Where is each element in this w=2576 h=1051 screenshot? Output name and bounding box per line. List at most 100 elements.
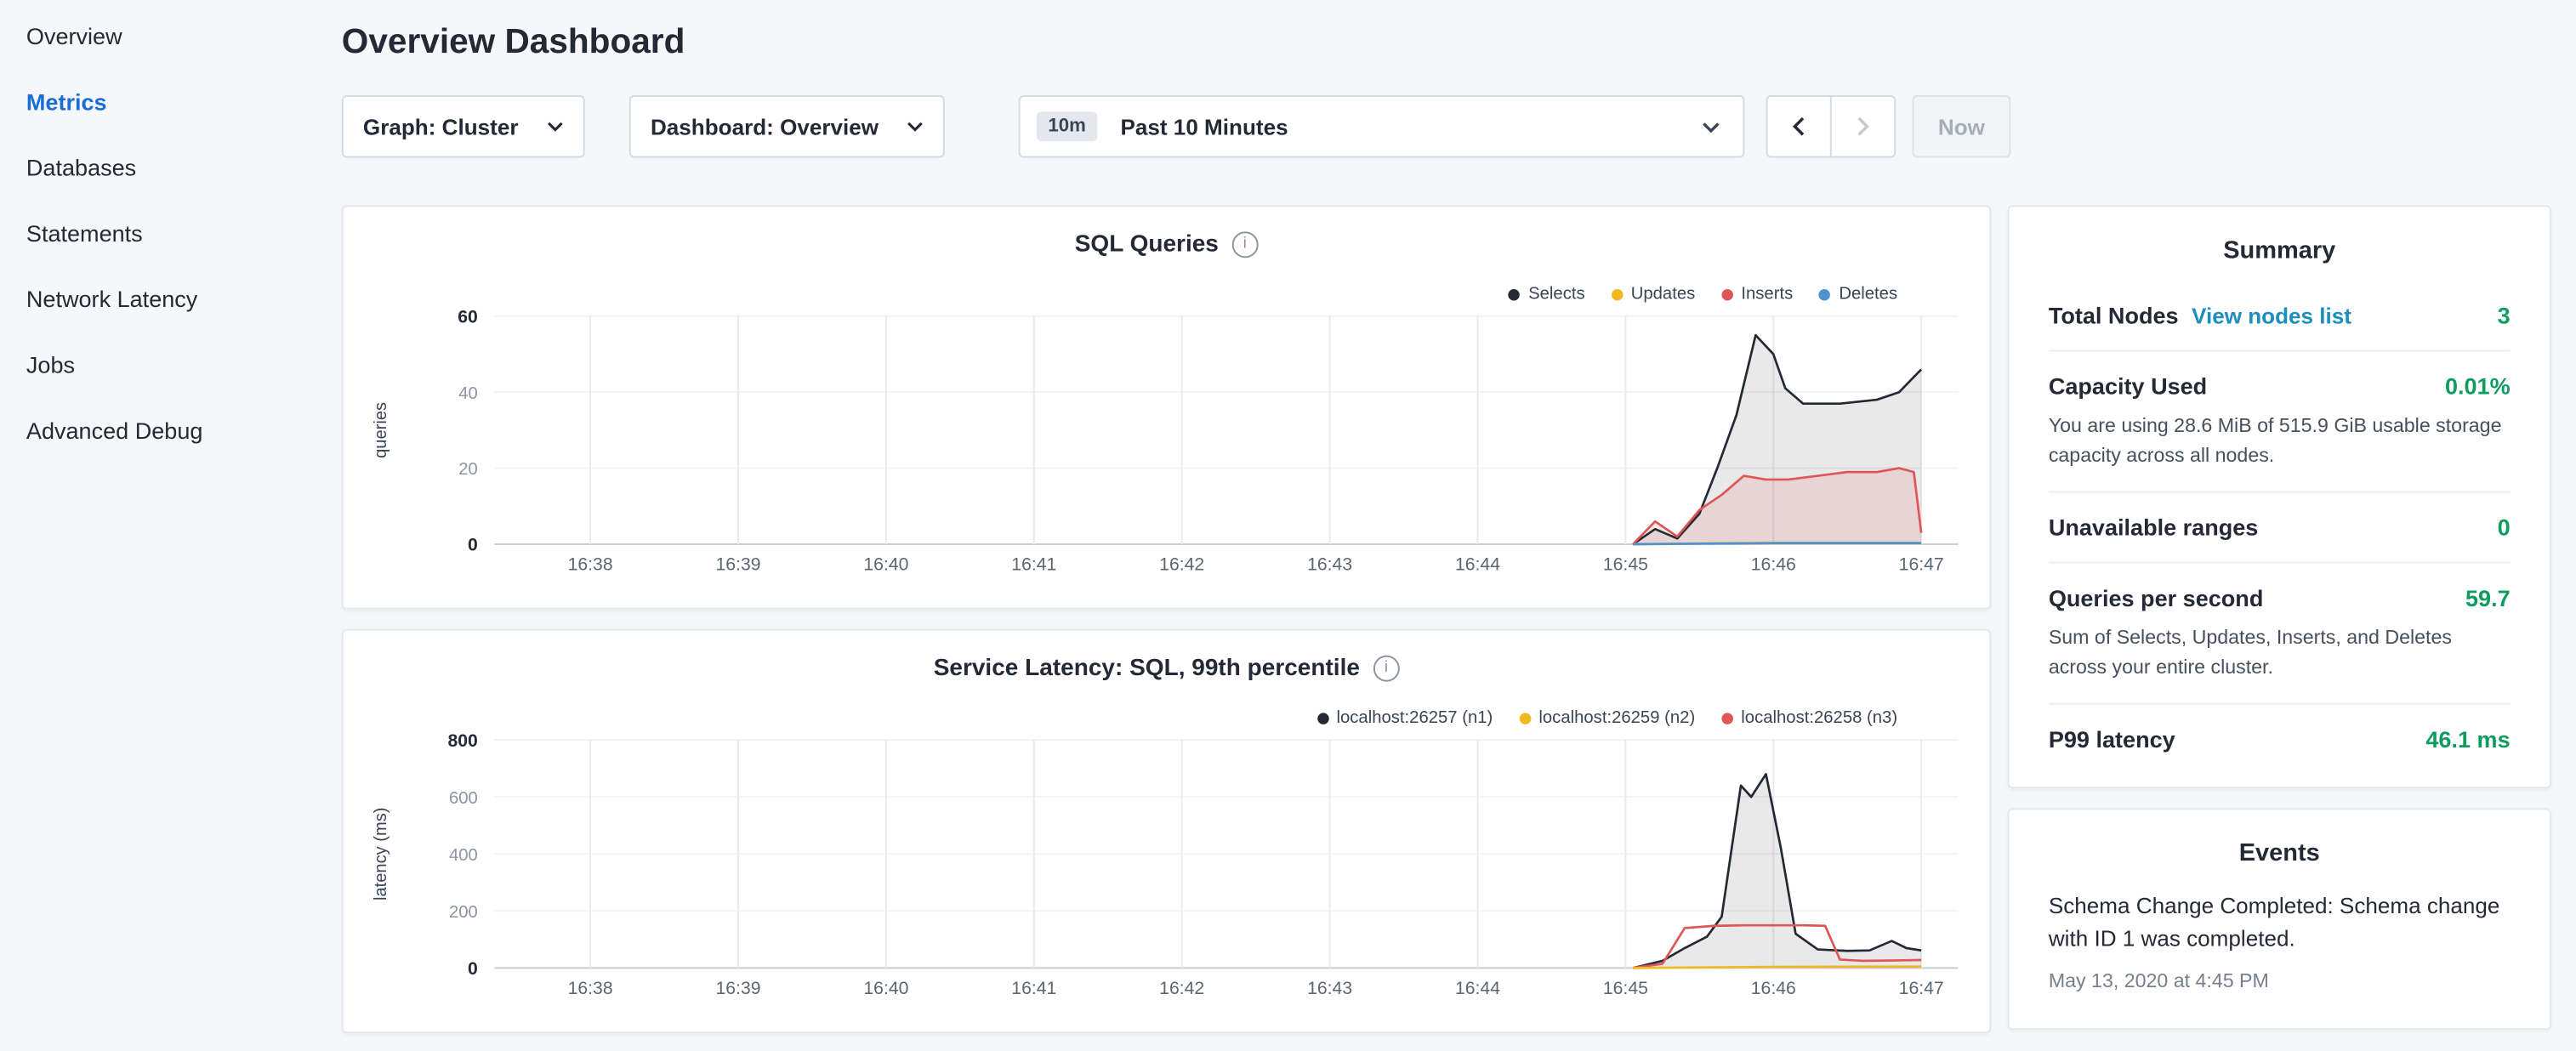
page-title: Overview Dashboard bbox=[342, 23, 2576, 62]
sidebar-item-advanced-debug[interactable]: Advanced Debug bbox=[0, 397, 312, 463]
summary-label: Capacity Used bbox=[2049, 372, 2207, 399]
svg-text:16:38: 16:38 bbox=[568, 979, 613, 998]
legend-label: localhost:26258 (n3) bbox=[1741, 708, 1897, 728]
legend-dot bbox=[1612, 288, 1624, 300]
chart-card-sql-queries: SQL Queries i Selects Updates Inserts Delet… bbox=[342, 205, 1991, 609]
summary-row-main: Total Nodes View nodes list 3 bbox=[2049, 302, 2511, 328]
controls-bar: Graph: Cluster Dashboard: Overview 10m P… bbox=[342, 95, 2576, 157]
sidebar-item-metrics[interactable]: Metrics bbox=[0, 69, 312, 134]
time-next-button[interactable] bbox=[1830, 95, 1896, 157]
chevron-left-icon bbox=[1792, 116, 1805, 136]
legend-dot bbox=[1519, 712, 1531, 724]
events-title: Events bbox=[2049, 839, 2511, 867]
right-column: Summary Total Nodes View nodes list 3 Ca… bbox=[2008, 205, 2551, 1029]
chevron-down-icon bbox=[907, 122, 923, 132]
svg-text:16:39: 16:39 bbox=[715, 979, 760, 998]
summary-title: Summary bbox=[2049, 236, 2511, 264]
summary-label: Total Nodes bbox=[2049, 302, 2179, 328]
summary-value: 0.01% bbox=[2431, 372, 2510, 399]
time-range-selector[interactable]: 10m Past 10 Minutes bbox=[1019, 95, 1745, 157]
charts-column: SQL Queries i Selects Updates Inserts Delet… bbox=[342, 205, 1991, 1033]
chart-legend: localhost:26257 (n1) localhost:26259 (n2)… bbox=[1316, 708, 1897, 728]
info-icon[interactable]: i bbox=[1231, 231, 1258, 258]
chart-title-row: SQL Queries i bbox=[344, 231, 1990, 258]
svg-text:16:45: 16:45 bbox=[1603, 555, 1648, 575]
legend-dot bbox=[1316, 712, 1328, 724]
legend-item-localhost-26258-n3-: localhost:26258 (n3) bbox=[1721, 708, 1897, 728]
dashboard-dropdown[interactable]: Dashboard: Overview bbox=[629, 95, 945, 157]
legend-label: Selects bbox=[1528, 284, 1585, 304]
view-nodes-list-link[interactable]: View nodes list bbox=[2192, 304, 2351, 328]
legend-label: Inserts bbox=[1741, 284, 1793, 304]
legend-label: Deletes bbox=[1839, 284, 1897, 304]
summary-panel: Summary Total Nodes View nodes list 3 Ca… bbox=[2008, 205, 2551, 788]
service-latency-chart[interactable]: 020040060080016:3816:3916:4016:4116:4216… bbox=[344, 631, 1990, 1031]
svg-text:latency (ms): latency (ms) bbox=[372, 808, 390, 901]
svg-text:0: 0 bbox=[468, 536, 478, 555]
svg-text:20: 20 bbox=[458, 460, 478, 479]
svg-text:16:46: 16:46 bbox=[1751, 979, 1796, 998]
svg-text:16:41: 16:41 bbox=[1011, 555, 1056, 575]
chart-title: SQL Queries bbox=[1075, 231, 1219, 258]
svg-text:16:42: 16:42 bbox=[1159, 979, 1204, 998]
now-button[interactable]: Now bbox=[1912, 95, 2010, 157]
events-panel: Events Schema Change Completed: Schema c… bbox=[2008, 808, 2551, 1029]
legend-item-inserts: Inserts bbox=[1721, 284, 1793, 304]
legend-dot bbox=[1721, 712, 1733, 724]
svg-text:400: 400 bbox=[449, 846, 478, 865]
svg-text:16:39: 16:39 bbox=[715, 555, 760, 575]
legend-item-updates: Updates bbox=[1612, 284, 1696, 304]
svg-text:16:43: 16:43 bbox=[1307, 979, 1352, 998]
legend-dot bbox=[1509, 288, 1521, 300]
event-text: Schema Change Completed: Schema change w… bbox=[2049, 890, 2511, 957]
summary-label: Unavailable ranges bbox=[2049, 514, 2259, 541]
svg-text:40: 40 bbox=[458, 384, 478, 403]
dashboard-columns: SQL Queries i Selects Updates Inserts Delet… bbox=[342, 205, 2576, 1033]
summary-description: Sum of Selects, Updates, Inserts, and De… bbox=[2049, 622, 2511, 682]
sql-queries-chart[interactable]: 020406016:3816:3916:4016:4116:4216:4316:… bbox=[344, 207, 1990, 607]
legend-dot bbox=[1721, 288, 1733, 300]
summary-row-capacity-used: Capacity Used 0.01% You are using 28.6 M… bbox=[2049, 349, 2511, 491]
summary-value: 3 bbox=[2484, 302, 2511, 328]
sidebar-item-overview[interactable]: Overview bbox=[0, 3, 312, 69]
graph-dropdown[interactable]: Graph: Cluster bbox=[342, 95, 585, 157]
event-timestamp: May 13, 2020 at 4:45 PM bbox=[2049, 969, 2511, 991]
svg-text:16:47: 16:47 bbox=[1899, 979, 1944, 998]
summary-value: 0 bbox=[2484, 514, 2511, 541]
summary-label: P99 latency bbox=[2049, 726, 2175, 753]
time-prev-button[interactable] bbox=[1766, 95, 1832, 157]
summary-row-main: Queries per second 59.7 bbox=[2049, 585, 2511, 611]
info-icon[interactable]: i bbox=[1373, 656, 1399, 682]
app-root: Overview Metrics Databases Statements Ne… bbox=[0, 0, 2576, 1051]
svg-text:800: 800 bbox=[447, 731, 477, 751]
svg-text:queries: queries bbox=[372, 402, 390, 458]
summary-value: 46.1 ms bbox=[2413, 726, 2511, 753]
sidebar-item-network-latency[interactable]: Network Latency bbox=[0, 266, 312, 332]
chart-card-service-latency: Service Latency: SQL, 99th percentile i … bbox=[342, 629, 1991, 1033]
time-range-label: Past 10 Minutes bbox=[1120, 114, 1288, 139]
chart-title: Service Latency: SQL, 99th percentile bbox=[934, 656, 1360, 682]
summary-description: You are using 28.6 MiB of 515.9 GiB usab… bbox=[2049, 411, 2511, 470]
svg-text:0: 0 bbox=[468, 959, 478, 979]
summary-row-main: P99 latency 46.1 ms bbox=[2049, 726, 2511, 753]
event-item[interactable]: Schema Change Completed: Schema change w… bbox=[2049, 883, 2511, 1014]
legend-dot bbox=[1819, 288, 1831, 300]
svg-text:200: 200 bbox=[449, 903, 478, 922]
sidebar-item-jobs[interactable]: Jobs bbox=[0, 332, 312, 397]
svg-text:60: 60 bbox=[458, 307, 478, 327]
svg-text:16:42: 16:42 bbox=[1159, 555, 1204, 575]
legend-label: localhost:26259 (n2) bbox=[1538, 708, 1695, 728]
sidebar-item-statements[interactable]: Statements bbox=[0, 201, 312, 266]
legend-item-deletes: Deletes bbox=[1819, 284, 1897, 304]
summary-row-main: Unavailable ranges 0 bbox=[2049, 514, 2511, 541]
summary-row-p99-latency: P99 latency 46.1 ms bbox=[2049, 703, 2511, 774]
chevron-right-icon bbox=[1857, 116, 1869, 136]
svg-text:16:45: 16:45 bbox=[1603, 979, 1648, 998]
time-range-badge: 10m bbox=[1037, 111, 1098, 141]
svg-text:16:40: 16:40 bbox=[863, 979, 908, 998]
summary-value: 59.7 bbox=[2453, 585, 2511, 611]
legend-label: localhost:26257 (n1) bbox=[1336, 708, 1493, 728]
legend-item-localhost-26257-n1-: localhost:26257 (n1) bbox=[1316, 708, 1493, 728]
sidebar-item-databases[interactable]: Databases bbox=[0, 134, 312, 200]
summary-row-unavailable-ranges: Unavailable ranges 0 bbox=[2049, 491, 2511, 562]
